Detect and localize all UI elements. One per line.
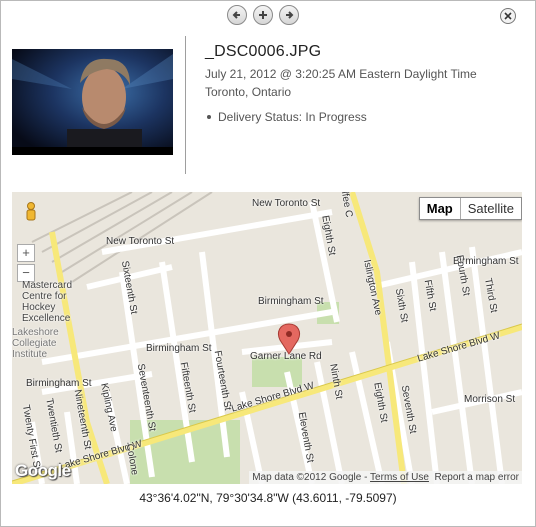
place-label: Mastercard Centre for Hockey Excellence bbox=[22, 280, 73, 324]
coordinates-readout: 43°36'4.02"N, 79°30'34.8"W (43.6011, -79… bbox=[139, 491, 397, 505]
photo-location: Toronto, Ontario bbox=[205, 85, 292, 99]
street-label: Garner Lane Rd bbox=[250, 351, 322, 362]
photo-datetime: July 21, 2012 @ 3:20:25 AM Eastern Dayli… bbox=[205, 67, 477, 81]
photo-thumbnail[interactable] bbox=[12, 49, 173, 155]
delivery-status-text: Delivery Status: In Progress bbox=[218, 110, 367, 124]
attribution-text: Map data ©2012 Google bbox=[252, 472, 362, 483]
close-icon bbox=[504, 12, 512, 20]
zoom-in-button[interactable]: + bbox=[17, 244, 35, 262]
map-type-map-button[interactable]: Map bbox=[420, 198, 461, 219]
street-label: Birmingham St bbox=[26, 378, 92, 389]
street-label: Birmingham St bbox=[258, 296, 324, 307]
photo-filename: _DSC0006.JPG bbox=[205, 43, 322, 60]
arrow-left-icon bbox=[232, 11, 240, 19]
street-label: New Toronto St bbox=[106, 236, 175, 247]
street-view-pegman-icon[interactable] bbox=[25, 202, 37, 224]
place-label: Lakeshore Collegiate Institute bbox=[12, 327, 59, 360]
portrait-image bbox=[12, 49, 173, 155]
street-label: New Toronto St bbox=[252, 198, 321, 209]
prev-button[interactable] bbox=[227, 5, 247, 25]
zoom-control: + − bbox=[14, 242, 36, 282]
street-label: Birmingham St bbox=[146, 343, 212, 354]
arrow-right-icon bbox=[286, 11, 294, 19]
google-logo[interactable]: Google bbox=[15, 461, 71, 481]
photo-nav-toolbar bbox=[227, 5, 301, 27]
next-button[interactable] bbox=[279, 5, 299, 25]
terms-of-use-link[interactable]: Terms of Use bbox=[370, 472, 429, 483]
divider bbox=[185, 36, 186, 174]
map-attribution: Map data ©2012 Google - Terms of Use Rep… bbox=[249, 471, 522, 484]
map-view[interactable]: + − Map Satellite New Toronto St New Tor… bbox=[12, 192, 522, 484]
bullet-icon bbox=[207, 114, 211, 119]
plus-icon bbox=[259, 11, 267, 19]
add-button[interactable] bbox=[253, 5, 273, 25]
map-type-satellite-button[interactable]: Satellite bbox=[461, 198, 521, 219]
close-button[interactable] bbox=[500, 8, 516, 24]
delivery-status: Delivery Status: In Progress bbox=[207, 110, 367, 124]
report-map-error-link[interactable]: Report a map error bbox=[435, 472, 519, 483]
street-label: Morrison St bbox=[464, 394, 516, 405]
map-type-control: Map Satellite bbox=[418, 197, 522, 220]
